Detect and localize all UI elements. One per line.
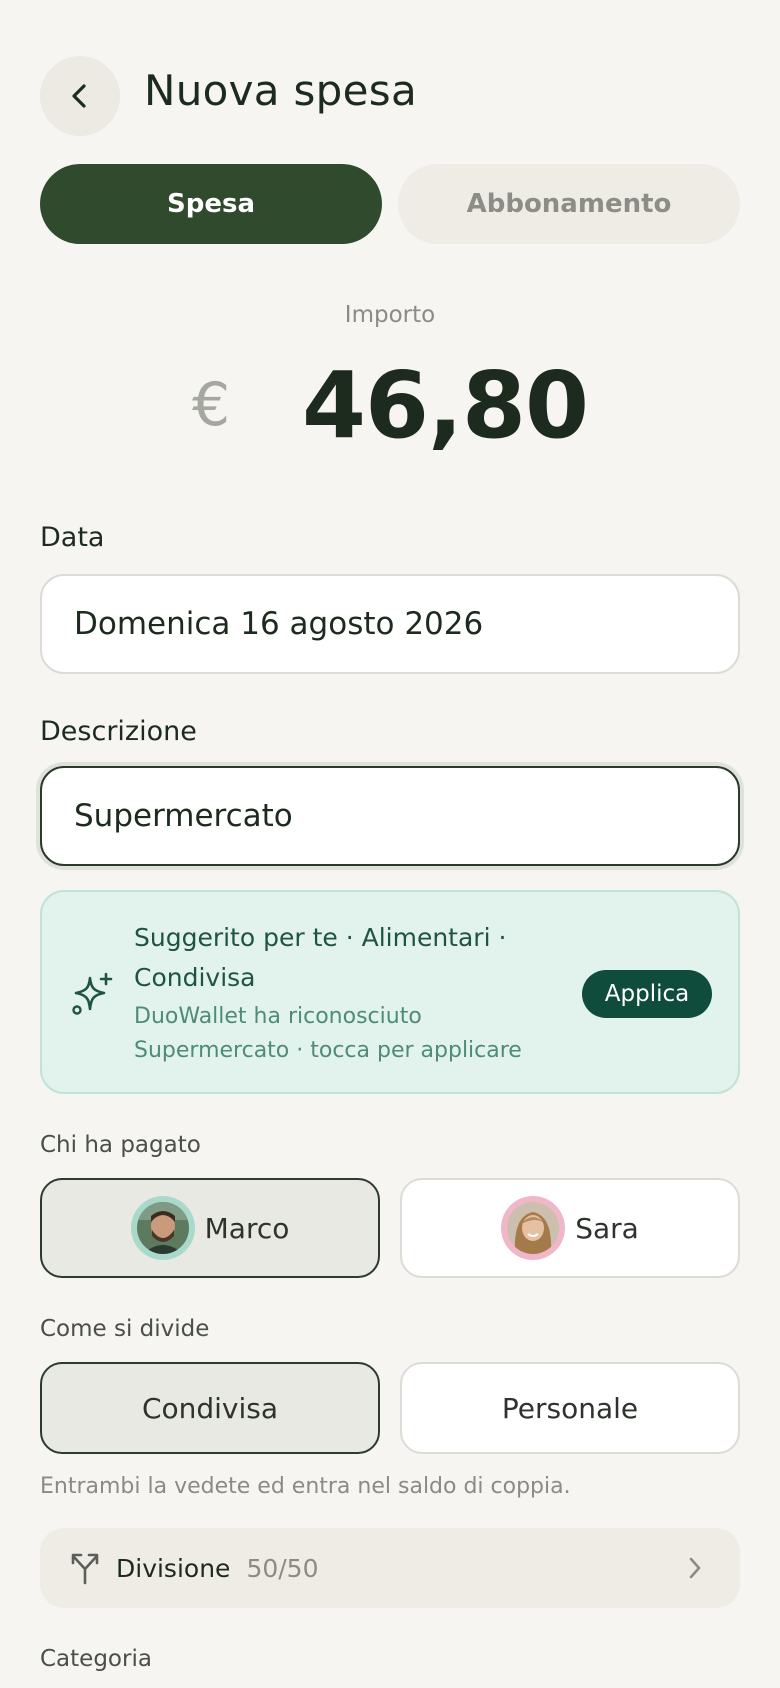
- avatar-photo-marco: [136, 1202, 189, 1254]
- division-label: Divisione: [116, 1553, 231, 1583]
- suggestion-title: Suggerito per te · Alimentari · Condivis…: [134, 923, 507, 992]
- page-title: Nuova spesa: [144, 66, 417, 115]
- description-value: Supermercato: [74, 798, 293, 834]
- description-label: Descrizione: [40, 716, 197, 747]
- tab-spesa[interactable]: Spesa: [40, 164, 382, 244]
- tab-abbonamento[interactable]: Abbonamento: [398, 164, 740, 244]
- sparkle-icon: [72, 972, 113, 1015]
- chevron-left-icon: [72, 84, 86, 108]
- payer-option-marco[interactable]: Marco: [40, 1178, 380, 1278]
- payer-label: Chi ha pagato: [40, 1132, 201, 1158]
- suggestion-subtitle: DuoWallet ha riconosciuto Supermercato ·…: [134, 1004, 522, 1063]
- apply-button[interactable]: Applica: [582, 970, 712, 1018]
- division-row[interactable]: Divisione 50/50: [40, 1528, 740, 1608]
- payer-option-sara[interactable]: Sara: [400, 1178, 740, 1278]
- date-value: Domenica 16 agosto 2026: [74, 606, 484, 642]
- currency-symbol: €: [192, 370, 231, 440]
- split-option-condivisa[interactable]: Condivisa: [40, 1362, 380, 1454]
- split-mode-label: Come si divide: [40, 1316, 210, 1342]
- division-value: 50/50: [246, 1553, 319, 1583]
- avatar-photo-sara: [507, 1202, 560, 1254]
- payer-name: Marco: [204, 1211, 290, 1245]
- category-label: Categoria: [40, 1646, 152, 1672]
- split-icon: [71, 1553, 99, 1585]
- chevron-right-icon: [689, 1557, 701, 1579]
- split-option-label: Condivisa: [141, 1391, 279, 1425]
- back-button[interactable]: [40, 56, 120, 136]
- avatar: [501, 1196, 566, 1260]
- payer-name: Sara: [575, 1211, 639, 1245]
- date-field[interactable]: Domenica 16 agosto 2026: [40, 574, 740, 674]
- description-input[interactable]: Supermercato: [40, 766, 740, 866]
- amount-input[interactable]: 46,80: [302, 352, 589, 459]
- amount-label: Importo: [344, 302, 436, 328]
- date-label: Data: [40, 522, 105, 553]
- suggestion-card[interactable]: Suggerito per te · Alimentari · Condivis…: [40, 890, 740, 1094]
- avatar: [130, 1196, 195, 1260]
- split-hint: Entrambi la vedete ed entra nel saldo di…: [40, 1474, 571, 1499]
- split-option-personale[interactable]: Personale: [400, 1362, 740, 1454]
- split-option-label: Personale: [501, 1391, 639, 1425]
